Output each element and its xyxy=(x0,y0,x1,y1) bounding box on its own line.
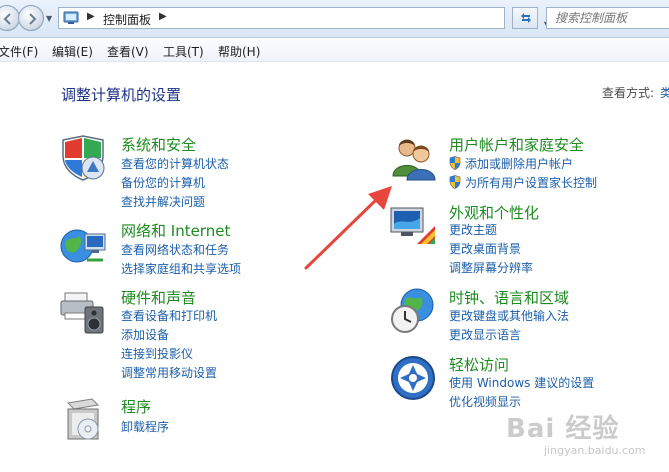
network-globe-icon xyxy=(60,229,106,263)
link-add-remove-accounts-label: 添加或删除用户帐户 xyxy=(465,157,574,171)
shield-icon xyxy=(62,135,105,181)
control-panel-icon xyxy=(63,11,79,24)
link-add-remove-accounts[interactable]: 添加或删除用户帐户 xyxy=(449,155,573,172)
link-view-computer-status[interactable]: 查看您的计算机状态 xyxy=(121,155,229,172)
clock-globe-icon xyxy=(391,288,434,333)
category-heading-programs[interactable]: 程序 xyxy=(121,396,151,417)
category-heading-clock-language[interactable]: 时钟、语言和区域 xyxy=(449,287,569,308)
menu-bar: 文件(F) 编辑(E) 查看(V) 工具(T) 帮助(H) xyxy=(0,39,669,62)
link-recommended-settings[interactable]: 使用 Windows 建议的设置 xyxy=(449,374,594,391)
view-mode[interactable]: 查看方式: 类别 xyxy=(602,84,669,101)
accessibility-icon xyxy=(391,356,435,400)
view-mode-label: 查看方式: xyxy=(602,86,655,100)
annotation-arrow-icon xyxy=(304,186,392,270)
menu-view[interactable]: 查看(V) xyxy=(107,43,149,60)
search-input[interactable] xyxy=(546,7,669,29)
uac-shield-icon xyxy=(449,175,461,189)
link-add-device[interactable]: 添加设备 xyxy=(121,326,169,343)
category-heading-hardware-sound[interactable]: 硬件和声音 xyxy=(121,287,196,308)
program-box-icon xyxy=(66,398,100,440)
watermark-subtext: jingyan.baidu.com xyxy=(544,444,646,457)
breadcrumb-control-panel[interactable]: 控制面板 xyxy=(103,11,151,28)
page-title: 调整计算机的设置 xyxy=(61,86,182,104)
menu-tools[interactable]: 工具(T) xyxy=(163,43,204,60)
forward-arrow-icon xyxy=(29,13,37,25)
refresh-icon xyxy=(521,13,531,23)
menu-edit[interactable]: 编辑(E) xyxy=(52,43,93,60)
category-heading-ease-of-access[interactable]: 轻松访问 xyxy=(449,354,509,375)
forward-button[interactable] xyxy=(18,5,44,31)
breadcrumb-separator-icon[interactable]: ▶ xyxy=(159,11,167,22)
category-heading-network[interactable]: 网络和 Internet xyxy=(121,220,230,241)
link-uninstall-program[interactable]: 卸载程序 xyxy=(121,418,169,435)
link-mobility-settings[interactable]: 调整常用移动设置 xyxy=(121,364,217,381)
link-change-display-language[interactable]: 更改显示语言 xyxy=(449,326,521,343)
link-network-status[interactable]: 查看网络状态和任务 xyxy=(121,241,229,258)
address-bar[interactable]: ▶ 控制面板 ▶ ▼ xyxy=(58,7,550,29)
link-devices-printers[interactable]: 查看设备和打印机 xyxy=(121,307,217,324)
category-heading-appearance[interactable]: 外观和个性化 xyxy=(449,202,539,223)
link-backup-computer[interactable]: 备份您的计算机 xyxy=(121,174,205,191)
navigation-bar: ▼ ▶ 控制面板 ▶ ▼ xyxy=(0,0,669,38)
link-change-background[interactable]: 更改桌面背景 xyxy=(449,240,521,257)
back-button[interactable] xyxy=(0,5,20,31)
link-change-theme[interactable]: 更改主题 xyxy=(449,221,497,238)
breadcrumb-separator-icon[interactable]: ▶ xyxy=(87,11,95,22)
category-heading-user-accounts[interactable]: 用户帐户和家庭安全 xyxy=(449,134,584,155)
uac-shield-icon xyxy=(449,156,461,170)
baidu-watermark: Bai 经验 jingyan.baidu.com xyxy=(506,408,646,457)
link-screen-resolution[interactable]: 调整屏幕分辨率 xyxy=(449,259,533,276)
menu-help[interactable]: 帮助(H) xyxy=(218,43,260,60)
users-icon xyxy=(392,139,436,181)
link-parental-controls-label: 为所有用户设置家长控制 xyxy=(465,176,598,190)
link-connect-projector[interactable]: 连接到投影仪 xyxy=(121,345,193,362)
watermark-text: Bai 经验 xyxy=(506,414,620,444)
refresh-button[interactable] xyxy=(512,7,538,29)
printer-speaker-icon xyxy=(60,292,104,334)
category-heading-system-security[interactable]: 系统和安全 xyxy=(121,134,196,155)
menu-file[interactable]: 文件(F) xyxy=(0,43,38,60)
recent-pages-dropdown[interactable]: ▼ xyxy=(46,14,52,23)
link-change-input-method[interactable]: 更改键盘或其他输入法 xyxy=(449,307,569,324)
link-troubleshoot[interactable]: 查找并解决问题 xyxy=(121,193,205,210)
view-mode-value[interactable]: 类别 xyxy=(660,86,669,100)
back-arrow-icon xyxy=(3,13,11,25)
link-homegroup[interactable]: 选择家庭组和共享选项 xyxy=(121,260,241,277)
link-parental-controls[interactable]: 为所有用户设置家长控制 xyxy=(449,174,597,191)
